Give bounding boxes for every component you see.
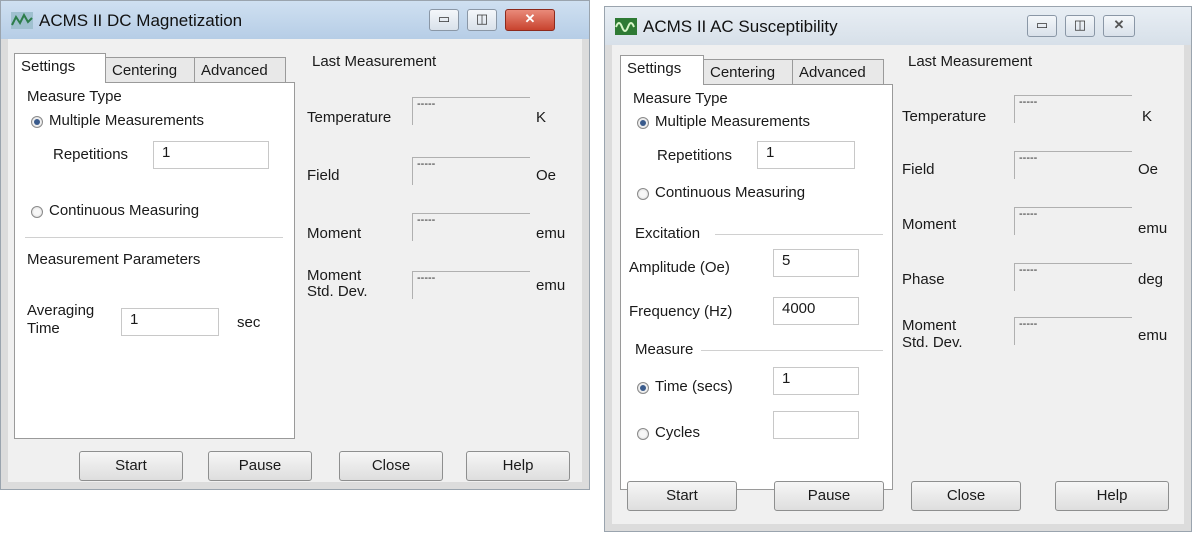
minimize-button[interactable]: ▭ [429, 9, 459, 31]
window-title: ACMS II AC Susceptibility [643, 17, 838, 36]
moment-std-dev-readout: ----- [1014, 317, 1132, 345]
tab-centering[interactable]: Centering [703, 59, 793, 85]
phase-label: Phase [902, 271, 945, 288]
moment-label: Moment [902, 216, 957, 233]
temperature-unit: K [536, 109, 547, 126]
tab-advanced[interactable]: Advanced [792, 59, 884, 85]
moment-std-dev-label-line1: Moment [902, 317, 957, 334]
temperature-unit: K [1142, 108, 1153, 125]
title-bar[interactable]: ACMS II DC Magnetization ▭ ◫ ✕ [1, 1, 589, 39]
time-radio[interactable] [637, 382, 649, 394]
start-button[interactable]: Start [627, 481, 737, 511]
multiple-measurements-label: Multiple Measurements [49, 112, 205, 129]
tab-advanced[interactable]: Advanced [194, 57, 286, 83]
field-readout: ----- [1014, 151, 1132, 179]
cycles-input[interactable] [773, 411, 859, 439]
tab-settings[interactable]: Settings [620, 55, 704, 85]
temperature-label: Temperature [307, 109, 392, 126]
moment-unit: emu [536, 225, 566, 242]
moment-std-dev-unit: emu [536, 277, 566, 294]
measure-type-heading: Measure Type [27, 88, 122, 105]
measure-type-heading: Measure Type [633, 90, 728, 107]
moment-unit: emu [1138, 220, 1168, 237]
settings-panel: Measure Type Multiple Measurements Repet… [14, 82, 295, 439]
temperature-readout: ----- [412, 97, 530, 125]
phase-readout: ----- [1014, 263, 1132, 291]
maximize-button[interactable]: ◫ [1065, 15, 1095, 37]
multiple-measurements-radio[interactable] [31, 116, 43, 128]
moment-label: Moment [307, 225, 362, 242]
title-bar[interactable]: ACMS II AC Susceptibility ▭ ◫ ✕ [605, 7, 1191, 45]
averaging-label-line1: Averaging [27, 302, 95, 319]
settings-panel: Measure Type Multiple Measurements Repet… [620, 84, 893, 490]
window-title: ACMS II DC Magnetization [39, 11, 243, 30]
excitation-heading: Excitation [635, 225, 701, 242]
window-client: Settings Centering Advanced Measure Type… [8, 39, 582, 482]
time-label: Time (secs) [655, 378, 733, 395]
temperature-label: Temperature [902, 108, 987, 125]
start-button[interactable]: Start [79, 451, 183, 481]
moment-std-dev-unit: emu [1138, 327, 1168, 344]
moment-std-dev-label-line1: Moment [307, 267, 362, 284]
repetitions-input[interactable]: 1 [153, 141, 269, 169]
averaging-label-line2: Time [27, 320, 60, 337]
repetitions-label: Repetitions [657, 147, 733, 164]
time-input[interactable]: 1 [773, 367, 859, 395]
pause-button[interactable]: Pause [208, 451, 312, 481]
amplitude-label: Amplitude (Oe) [629, 259, 730, 276]
field-label: Field [307, 167, 340, 184]
maximize-button[interactable]: ◫ [467, 9, 497, 31]
last-measurement-heading: Last Measurement [908, 53, 1033, 70]
last-measurement-heading: Last Measurement [312, 53, 437, 70]
tab-settings[interactable]: Settings [14, 53, 106, 83]
moment-std-dev-label-line2: Std. Dev. [902, 334, 963, 351]
continuous-measuring-label: Continuous Measuring [49, 202, 200, 219]
continuous-measuring-label: Continuous Measuring [655, 184, 806, 201]
help-button[interactable]: Help [1055, 481, 1169, 511]
close-button[interactable]: Close [911, 481, 1021, 511]
continuous-measuring-radio[interactable] [31, 206, 43, 218]
continuous-measuring-radio[interactable] [637, 188, 649, 200]
averaging-unit: sec [237, 314, 261, 331]
separator [701, 350, 883, 351]
repetitions-input[interactable]: 1 [757, 141, 855, 169]
moment-std-dev-label-line2: Std. Dev. [307, 283, 368, 300]
field-readout: ----- [412, 157, 530, 185]
frequency-input[interactable]: 4000 [773, 297, 859, 325]
frequency-label: Frequency (Hz) [629, 303, 733, 320]
separator [25, 237, 283, 238]
measure-heading: Measure [635, 341, 694, 358]
minimize-button[interactable]: ▭ [1027, 15, 1057, 37]
moment-readout: ----- [412, 213, 530, 241]
field-unit: Oe [536, 167, 557, 184]
multiple-measurements-radio[interactable] [637, 117, 649, 129]
averaging-time-input[interactable]: 1 [121, 308, 219, 336]
close-window-button[interactable]: ✕ [1103, 15, 1135, 37]
field-unit: Oe [1138, 161, 1159, 178]
dc-magnetization-window: ACMS II DC Magnetization ▭ ◫ ✕ Settings … [0, 0, 590, 490]
separator [715, 234, 883, 235]
close-window-button[interactable]: ✕ [505, 9, 555, 31]
app-icon [615, 18, 637, 35]
temperature-readout: ----- [1014, 95, 1132, 123]
help-button[interactable]: Help [466, 451, 570, 481]
pause-button[interactable]: Pause [774, 481, 884, 511]
close-button[interactable]: Close [339, 451, 443, 481]
ac-susceptibility-window: ACMS II AC Susceptibility ▭ ◫ ✕ Settings… [604, 6, 1192, 532]
tab-centering[interactable]: Centering [105, 57, 195, 83]
phase-unit: deg [1138, 271, 1164, 288]
moment-std-dev-readout: ----- [412, 271, 530, 299]
cycles-radio[interactable] [637, 428, 649, 440]
measurement-parameters-heading: Measurement Parameters [27, 251, 201, 268]
app-icon [11, 12, 33, 29]
window-client: Settings Centering Advanced Measure Type… [612, 45, 1184, 524]
field-label: Field [902, 161, 935, 178]
repetitions-label: Repetitions [53, 146, 129, 163]
moment-readout: ----- [1014, 207, 1132, 235]
cycles-label: Cycles [655, 424, 701, 441]
multiple-measurements-label: Multiple Measurements [655, 113, 811, 130]
amplitude-input[interactable]: 5 [773, 249, 859, 277]
